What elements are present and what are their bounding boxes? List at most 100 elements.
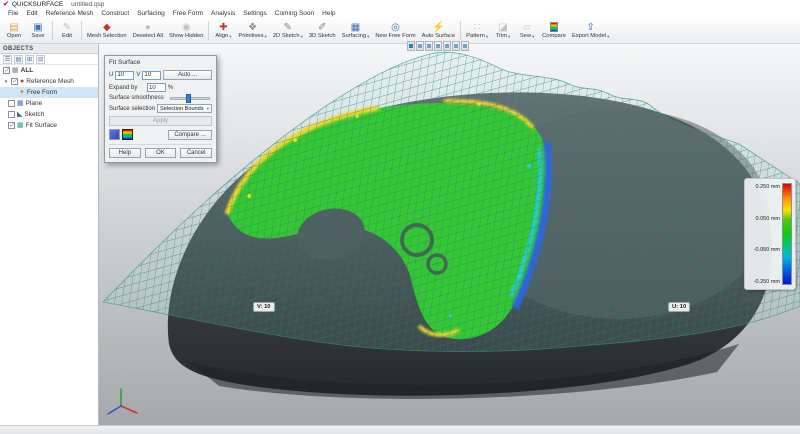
toolbar-label: Mesh Selection xyxy=(87,32,127,39)
view-toolbar-button[interactable] xyxy=(407,41,415,51)
filter-icon[interactable]: ⊟ xyxy=(36,54,45,64)
legend-label-min: -0.250 mm xyxy=(753,278,780,285)
expander-icon[interactable]: ▾ xyxy=(3,79,9,85)
legend-label-mid-low: -0.050 mm xyxy=(753,247,780,254)
view-toolbar-button[interactable] xyxy=(443,41,451,51)
checkbox-plane[interactable] xyxy=(8,100,15,107)
dropdown-arrow-icon[interactable]: ▾ xyxy=(532,33,534,40)
expand-all-icon[interactable]: ▤ xyxy=(14,54,23,64)
tree-item-plane[interactable]: ▦ Plane xyxy=(0,98,98,109)
smoothness-label: Surface smoothness xyxy=(109,95,164,101)
menu-construct[interactable]: Construct xyxy=(97,10,133,17)
tree-item-free-form[interactable]: ✦ Free Form xyxy=(0,87,98,98)
tree-item-reference-mesh[interactable]: ▾ ✓ ● Reference Mesh xyxy=(0,76,98,87)
toolbar-label: Compare xyxy=(542,32,566,39)
toolbar-label: Edit xyxy=(62,32,72,39)
sew-button[interactable]: ▱ Sew ▾ xyxy=(515,18,539,43)
open-button[interactable]: ▤ Open xyxy=(2,18,26,43)
u-input[interactable] xyxy=(115,70,135,80)
toolbar-label: Save xyxy=(31,32,45,39)
auto-surface-button[interactable]: ⚡ Auto Surface xyxy=(419,18,459,43)
toolbar-label: Sew xyxy=(519,32,532,39)
dropdown-arrow-icon[interactable]: ▾ xyxy=(367,33,369,40)
tree-item-label: Free Form xyxy=(26,89,58,96)
checkbox-reference-mesh[interactable]: ✓ xyxy=(11,78,18,85)
expand-by-input[interactable] xyxy=(147,83,166,92)
menu-reference-mesh[interactable]: Reference Mesh xyxy=(42,10,98,17)
surface-selection-dropdown[interactable]: Selection Bounds ▾ xyxy=(157,104,212,113)
new-free-form-button[interactable]: ◎ New Free Form xyxy=(372,18,418,43)
view-toolbar-button[interactable] xyxy=(452,41,460,51)
cancel-button[interactable]: Cancel xyxy=(180,148,213,158)
save-button[interactable]: ▣ Save xyxy=(26,18,50,43)
objects-tree: ✓ ▦ ALL ▾ ✓ ● Reference Mesh ✦ Free Form… xyxy=(0,65,98,131)
menu-analysis[interactable]: Analysis xyxy=(207,10,239,17)
primitives-button[interactable]: ❖ Primitives ▾ xyxy=(235,18,269,43)
deviation-map-swatch[interactable] xyxy=(122,129,133,140)
chevron-down-icon: ▾ xyxy=(206,105,209,111)
tree-item-sketch[interactable]: ◣ Sketch xyxy=(0,109,98,120)
pattern-button[interactable]: ∷ Pattern ▾ xyxy=(463,18,491,43)
menu-free-form[interactable]: Free Form xyxy=(169,10,207,17)
sketch-2d-button[interactable]: ✎ 2D Sketch ▾ xyxy=(270,18,306,43)
help-button[interactable]: Help xyxy=(109,148,141,158)
deselect-all-button[interactable]: ● Deselect All xyxy=(130,18,166,43)
view-toolbar-button[interactable] xyxy=(425,41,433,51)
surface-smoothness-slider[interactable] xyxy=(170,94,210,103)
trim-button[interactable]: ◪ Trim ▾ xyxy=(491,18,515,43)
surfacing-button[interactable]: ▦ Surfacing ▾ xyxy=(339,18,373,43)
toolbar-label: 3D Sketch xyxy=(308,32,336,39)
menu-surfacing[interactable]: Surfacing xyxy=(133,10,168,17)
tree-item-all[interactable]: ✓ ▦ ALL xyxy=(0,65,98,76)
dropdown-arrow-icon[interactable]: ▾ xyxy=(508,33,510,40)
list-view-icon[interactable]: ☰ xyxy=(3,54,12,64)
export-model-icon: ⇪ xyxy=(586,21,595,33)
percent-label: % xyxy=(168,84,174,91)
toolbar-label: Deselect All xyxy=(132,32,163,39)
checkbox-all[interactable]: ✓ xyxy=(3,67,10,74)
dropdown-arrow-icon[interactable]: ▾ xyxy=(229,33,231,40)
align-button[interactable]: ✚ Align ▾ xyxy=(211,18,235,43)
slider-handle[interactable] xyxy=(186,94,192,103)
checkbox-fit-surface[interactable]: ✓ xyxy=(8,122,15,129)
view-toolbar xyxy=(407,41,469,51)
dropdown-arrow-icon[interactable]: ▾ xyxy=(607,33,609,40)
show-hidden-button[interactable]: ◉ Show Hidden xyxy=(166,18,206,43)
pattern-icon: ∷ xyxy=(473,21,481,33)
menu-edit[interactable]: Edit xyxy=(22,10,41,17)
menu-coming-soon[interactable]: Coming Soon xyxy=(271,10,318,17)
toolbar-separator xyxy=(208,21,210,40)
v-input[interactable] xyxy=(142,70,162,80)
menu-file[interactable]: File xyxy=(4,10,22,17)
export-model-button[interactable]: ⇪ Export Model ▾ xyxy=(569,18,612,43)
auto-button[interactable]: Auto ... xyxy=(163,70,212,80)
toolbar-label: Trim xyxy=(495,32,508,39)
compare-icon xyxy=(550,22,559,33)
toolbar-label: Open xyxy=(6,32,22,39)
save-icon: ▣ xyxy=(33,21,43,33)
solid-color-swatch[interactable] xyxy=(109,129,120,140)
view-toolbar-button[interactable] xyxy=(434,41,442,51)
dropdown-arrow-icon[interactable]: ▾ xyxy=(486,33,488,40)
tree-item-fit-surface[interactable]: ✓ ▦ Fit Surface xyxy=(0,120,98,131)
sketch-3d-button[interactable]: ✐ 3D Sketch xyxy=(306,18,339,43)
menu-help[interactable]: Help xyxy=(318,10,339,17)
ok-button[interactable]: OK xyxy=(144,148,177,158)
menu-settings[interactable]: Settings xyxy=(239,10,271,17)
view-toolbar-button[interactable] xyxy=(461,41,469,51)
dropdown-arrow-icon[interactable]: ▾ xyxy=(265,33,267,40)
dropdown-arrow-icon[interactable]: ▾ xyxy=(301,33,303,40)
app-title: QUICKSURFACE xyxy=(11,1,64,8)
toolbar-label: New Free Form xyxy=(375,32,416,39)
checkbox-sketch[interactable] xyxy=(8,111,15,118)
edit-button[interactable]: ✎ Edit xyxy=(55,18,79,43)
compare-button[interactable]: Compare xyxy=(539,18,569,43)
menu-bar: File Edit Reference Mesh Construct Surfa… xyxy=(0,9,800,18)
mesh-selection-button[interactable]: ◆ Mesh Selection xyxy=(84,18,130,43)
view-toolbar-button[interactable] xyxy=(416,41,424,51)
collapse-all-icon[interactable]: ⊞ xyxy=(25,54,34,64)
open-icon: ▤ xyxy=(9,21,19,33)
apply-button[interactable]: Apply xyxy=(109,116,212,126)
compare-button-dialog[interactable]: Compare ... xyxy=(168,129,212,140)
fit-surface-icon: ▦ xyxy=(17,122,24,129)
